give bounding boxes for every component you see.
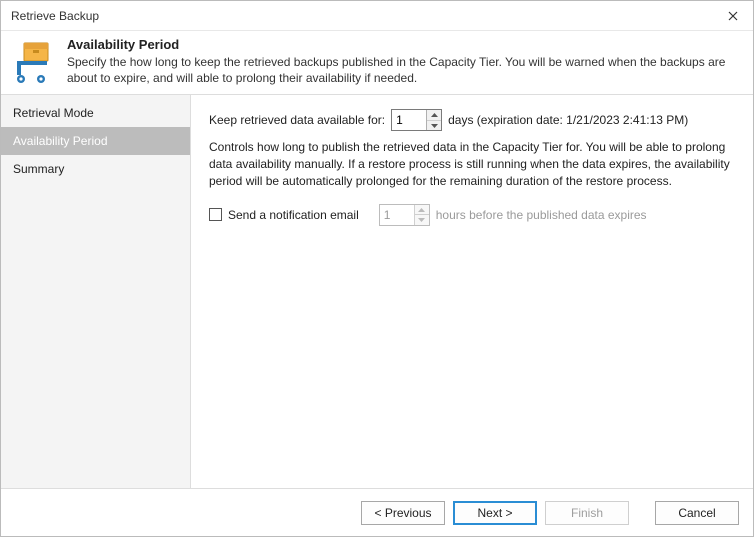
wizard-header: Availability Period Specify the how long… bbox=[1, 31, 753, 95]
notify-row: Send a notification email hours before t… bbox=[209, 204, 735, 226]
keep-data-label: Keep retrieved data available for: bbox=[209, 113, 385, 127]
window-title: Retrieve Backup bbox=[11, 9, 713, 23]
sidebar-item-availability-period[interactable]: Availability Period bbox=[1, 127, 190, 155]
sidebar-item-label: Availability Period bbox=[13, 134, 108, 148]
keep-data-row: Keep retrieved data available for: days … bbox=[209, 109, 735, 131]
finish-button: Finish bbox=[545, 501, 629, 525]
previous-button[interactable]: < Previous bbox=[361, 501, 445, 525]
spinner-up bbox=[415, 205, 429, 216]
chevron-up-icon bbox=[431, 113, 438, 117]
notify-checkbox[interactable] bbox=[209, 208, 222, 221]
notify-suffix: hours before the published data expires bbox=[436, 208, 647, 222]
spinner-down[interactable] bbox=[427, 121, 441, 131]
close-button[interactable] bbox=[713, 1, 753, 31]
titlebar: Retrieve Backup bbox=[1, 1, 753, 31]
cancel-button[interactable]: Cancel bbox=[655, 501, 739, 525]
header-text: Availability Period Specify the how long… bbox=[67, 37, 743, 86]
sidebar-item-retrieval-mode[interactable]: Retrieval Mode bbox=[1, 99, 190, 127]
spinner-arrows bbox=[426, 110, 441, 130]
sidebar-item-summary[interactable]: Summary bbox=[1, 155, 190, 183]
chevron-up-icon bbox=[418, 208, 425, 212]
dialog-window: Retrieve Backup Availability Period Spec… bbox=[0, 0, 754, 537]
wizard-body: Retrieval Mode Availability Period Summa… bbox=[1, 95, 753, 488]
controls-description: Controls how long to publish the retriev… bbox=[209, 139, 735, 189]
wizard-sidebar: Retrieval Mode Availability Period Summa… bbox=[1, 95, 191, 488]
notify-hours-input bbox=[380, 205, 414, 225]
keep-days-input[interactable] bbox=[392, 110, 426, 130]
wizard-footer: < Previous Next > Finish Cancel bbox=[1, 488, 753, 536]
close-icon bbox=[728, 11, 738, 21]
notify-label[interactable]: Send a notification email bbox=[228, 208, 359, 222]
spinner-up[interactable] bbox=[427, 110, 441, 121]
spinner-arrows bbox=[414, 205, 429, 225]
notify-hours-spinner bbox=[379, 204, 430, 226]
next-button[interactable]: Next > bbox=[453, 501, 537, 525]
header-description: Specify the how long to keep the retriev… bbox=[67, 54, 743, 86]
sidebar-item-label: Summary bbox=[13, 162, 64, 176]
chevron-down-icon bbox=[418, 218, 425, 222]
keep-days-spinner[interactable] bbox=[391, 109, 442, 131]
sidebar-item-label: Retrieval Mode bbox=[13, 106, 94, 120]
retrieve-backup-icon bbox=[11, 39, 57, 85]
header-title: Availability Period bbox=[67, 37, 743, 52]
spinner-down bbox=[415, 215, 429, 225]
chevron-down-icon bbox=[431, 124, 438, 128]
keep-data-suffix: days (expiration date: 1/21/2023 2:41:13… bbox=[448, 113, 688, 127]
wizard-content: Keep retrieved data available for: days … bbox=[191, 95, 753, 488]
